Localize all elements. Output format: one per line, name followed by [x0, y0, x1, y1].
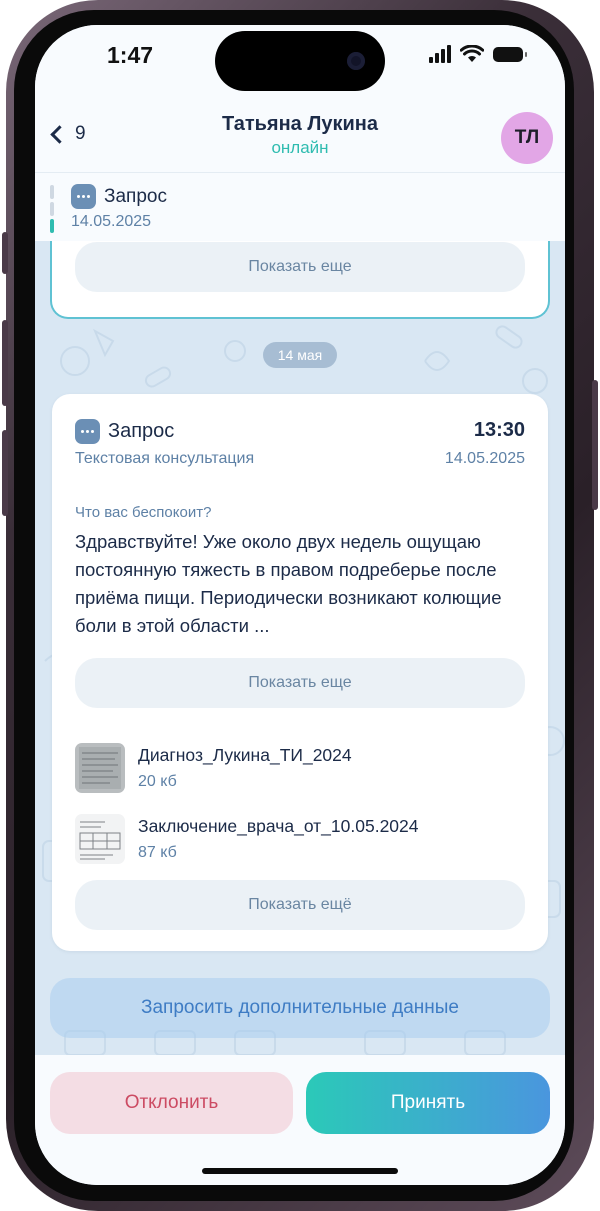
document-thumbnail-icon	[75, 814, 125, 864]
file-size: 87 кб	[138, 844, 177, 861]
contact-name: Татьяна Лукина	[221, 113, 379, 135]
volume-down-button	[2, 430, 8, 516]
file-attachment[interactable]: Заключение_врача_от_10.05.2024 87 кб	[75, 812, 419, 866]
date-separator: 14 мая	[263, 342, 337, 368]
power-button	[592, 380, 598, 510]
cellular-signal-icon	[429, 45, 451, 63]
question-label: Что вас беспокоит?	[75, 504, 212, 521]
battery-icon	[493, 46, 527, 62]
phone-screen: 1:47 9 Татьяна Лукина онлайн ТЛ Запрос 1…	[35, 25, 565, 1185]
request-more-data-button[interactable]: Запросить дополнительные данные	[50, 978, 550, 1038]
document-thumbnail-icon	[75, 743, 125, 793]
pinned-date: 14.05.2025	[71, 213, 152, 230]
question-text: Здравствуйте! Уже около двух недель ощущ…	[75, 531, 502, 636]
more-dots-icon	[75, 419, 100, 444]
request-date: 14.05.2025	[444, 450, 525, 467]
request-time: 13:30	[473, 419, 525, 441]
more-dots-icon	[71, 184, 96, 209]
volume-up-button	[2, 320, 8, 406]
pinned-message[interactable]: Запрос 14.05.2025	[35, 173, 565, 241]
file-name: Диагноз_Лукина_ТИ_2024	[138, 745, 352, 765]
action-bar: Отклонить Принять	[35, 1055, 565, 1185]
home-indicator[interactable]	[202, 1168, 398, 1174]
reject-button[interactable]: Отклонить	[50, 1072, 293, 1134]
dynamic-island	[215, 31, 385, 91]
status-icons	[429, 45, 527, 63]
previous-request-card: Показать еще	[50, 241, 550, 319]
show-more-button[interactable]: Показать еще	[75, 242, 525, 292]
avatar[interactable]: ТЛ	[501, 112, 553, 164]
status-time: 1:47	[107, 42, 154, 68]
file-size: 20 кб	[138, 773, 177, 790]
file-name: Заключение_врача_от_10.05.2024	[138, 816, 419, 836]
file-attachment[interactable]: Диагноз_Лукина_ТИ_2024 20 кб	[75, 741, 352, 795]
front-camera	[347, 52, 365, 70]
chat-header: 9 Татьяна Лукина онлайн ТЛ	[35, 101, 565, 173]
request-card: Запрос 13:30 Текстовая консультация 14.0…	[52, 394, 548, 951]
show-more-files-button[interactable]: Показать ещё	[75, 880, 525, 930]
action-button	[2, 232, 8, 274]
pinned-indicator	[50, 185, 54, 236]
contact-info[interactable]: Татьяна Лукина онлайн	[35, 113, 565, 158]
pinned-title: Запрос	[104, 185, 167, 207]
show-more-text-button[interactable]: Показать еще	[75, 658, 525, 708]
status-bar: 1:47	[35, 25, 565, 101]
consultation-type: Текстовая консультация	[75, 450, 255, 467]
contact-status: онлайн	[271, 138, 329, 157]
request-title: Запрос	[108, 420, 175, 442]
wifi-icon	[460, 45, 484, 62]
chat-area[interactable]: Показать еще 14 мая Запрос 13:30 Текстов…	[35, 241, 565, 1055]
accept-button[interactable]: Принять	[306, 1072, 550, 1134]
